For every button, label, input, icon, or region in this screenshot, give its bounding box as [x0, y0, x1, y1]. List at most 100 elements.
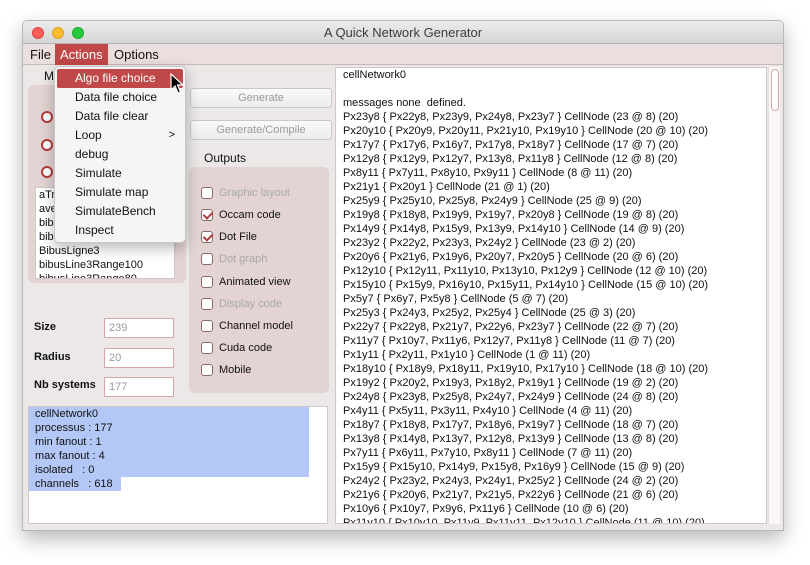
network-scrollbar[interactable]	[768, 67, 780, 524]
size-field[interactable]: 239	[104, 318, 174, 338]
network-line: Px12y8 { Px12y9, Px12y7, Px13y8, Px11y8 …	[343, 153, 678, 165]
network-line: Px11y10 { Px10y10, Px11y9, Px11y11, Px12…	[343, 517, 705, 524]
network-line: Px12y10 { Px12y11, Px11y10, Px13y10, Px1…	[343, 265, 708, 277]
list-item[interactable]: bibusLine3Range100	[36, 258, 174, 272]
size-label: Size	[34, 321, 57, 333]
menu-item-simulatebench[interactable]: SimulateBench	[55, 202, 185, 221]
network-line: messages none defined.	[343, 97, 466, 109]
summary-line: min fanout : 1	[29, 435, 309, 449]
network-line: cellNetwork0	[343, 69, 406, 81]
network-text-area[interactable]: cellNetwork0 messages none defined. Px23y8…	[335, 67, 767, 524]
menu-item-label: Data file choice	[75, 90, 158, 104]
checkbox[interactable]	[201, 364, 213, 376]
output-option-graphic-layout[interactable]: Graphic layout	[201, 185, 290, 201]
output-option-mobile[interactable]: Mobile	[201, 362, 251, 378]
algo-radio-3[interactable]	[41, 166, 53, 178]
network-line: Px21y1 { Px20y1 } CellNode (21 @ 1) (20)	[343, 181, 550, 193]
checkbox[interactable]	[201, 187, 213, 199]
menu-item-label: Simulate map	[75, 185, 149, 199]
output-option-animated-view[interactable]: Animated view	[201, 274, 291, 290]
checkbox[interactable]	[201, 276, 213, 288]
algo-radio-1[interactable]	[41, 111, 53, 123]
generate-button[interactable]: Generate	[190, 88, 332, 108]
nb-systems-label: Nb systems	[34, 379, 96, 391]
checkbox-checked[interactable]	[201, 231, 213, 243]
network-line: Px19y8 { Px18y8, Px19y9, Px19y7, Px20y8 …	[343, 209, 679, 221]
network-line: Px23y8 { Px22y8, Px23y9, Px24y8, Px23y7 …	[343, 111, 679, 123]
network-line: Px21y6 { Px20y6, Px21y7, Px21y5, Px22y6 …	[343, 489, 679, 501]
network-line: Px15y10 { Px15y9, Px16y10, Px15y11, Px14…	[343, 279, 709, 291]
menu-item-simulate[interactable]: Simulate	[55, 164, 185, 183]
algo-radio-2[interactable]	[41, 139, 53, 151]
network-line: Px24y2 { Px23y2, Px24y3, Px24y1, Px25y2 …	[343, 475, 679, 487]
network-line	[336, 82, 766, 96]
network-line: Px23y2 { Px22y2, Px23y3, Px24y2 } CellNo…	[343, 237, 636, 249]
output-option-label: Animated view	[219, 276, 291, 288]
network-line: Px19y2 { Px20y2, Px19y3, Px18y2, Px19y1 …	[343, 377, 679, 389]
summary-textarea[interactable]: cellNetwork0 processus : 177 min fanout …	[28, 406, 328, 524]
summary-line: isolated : 0	[29, 463, 309, 477]
network-line: Px20y6 { Px21y6, Px19y6, Px20y7, Px20y5 …	[343, 251, 679, 263]
output-option-dot-file[interactable]: Dot File	[201, 229, 257, 245]
checkbox[interactable]	[201, 320, 213, 332]
menu-bar: File Actions Options	[23, 44, 783, 65]
list-item[interactable]: bibusLine3Range80	[36, 272, 174, 278]
network-line: Px24y8 { Px23y8, Px25y8, Px24y7, Px24y9 …	[343, 391, 679, 403]
menu-item-data-file-clear[interactable]: Data file clear	[55, 107, 185, 126]
output-option-label: Channel model	[219, 320, 293, 332]
output-option-occam-code[interactable]: Occam code	[201, 207, 281, 223]
title-bar[interactable]: A Quick Network Generator	[23, 21, 783, 44]
scrollbar-thumb[interactable]	[771, 69, 779, 111]
menu-options[interactable]: Options	[109, 44, 164, 65]
network-line: Px15y9 { Px15y10, Px14y9, Px15y8, Px16y9…	[343, 461, 685, 473]
generate-compile-button[interactable]: Generate/Compile	[190, 120, 332, 140]
mode-label-partial: M	[44, 69, 54, 83]
menu-item-label: Inspect	[75, 223, 114, 237]
output-option-channel-model[interactable]: Channel model	[201, 318, 293, 334]
summary-line: max fanout : 4	[29, 449, 309, 463]
network-line: Px5y7 { Px6y7, Px5y8 } CellNode (5 @ 7) …	[343, 293, 569, 305]
output-option-display-code[interactable]: Display code	[201, 296, 282, 312]
checkbox[interactable]	[201, 342, 213, 354]
actions-dropdown-menu: Algo file choice Data file choice Data fil…	[54, 66, 186, 243]
chevron-right-icon: >	[168, 129, 175, 141]
network-line: Px8y11 { Px7y11, Px8y10, Px9y11 } CellNo…	[343, 167, 633, 179]
menu-item-simulate-map[interactable]: Simulate map	[55, 183, 185, 202]
checkbox[interactable]	[201, 298, 213, 310]
checkbox[interactable]	[201, 253, 213, 265]
menu-item-label: SimulateBench	[75, 204, 156, 218]
output-option-cuda-code[interactable]: Cuda code	[201, 340, 272, 356]
output-option-dot-graph[interactable]: Dot graph	[201, 251, 267, 267]
menu-item-debug[interactable]: debug	[55, 145, 185, 164]
arrow-cursor-icon	[170, 73, 184, 94]
summary-line: channels : 618	[29, 477, 121, 491]
menu-item-label: debug	[75, 147, 109, 161]
menu-file[interactable]: File	[25, 44, 56, 65]
summary-line: cellNetwork0	[29, 407, 309, 421]
menu-item-label: Data file clear	[75, 109, 149, 123]
radius-field[interactable]: 20	[104, 348, 174, 368]
output-option-label: Graphic layout	[219, 187, 290, 199]
menu-item-label: Algo file choice	[75, 71, 156, 85]
menu-item-label: Simulate	[75, 166, 122, 180]
network-line: Px18y7 { Px18y8, Px17y7, Px18y6, Px19y7 …	[343, 419, 679, 431]
outputs-title: Outputs	[204, 151, 247, 165]
network-line: Px17y7 { Px17y6, Px16y7, Px17y8, Px18y7 …	[343, 139, 679, 151]
network-line: Px4y11 { Px5y11, Px3y11, Px4y10 } CellNo…	[343, 405, 633, 417]
output-option-label: Cuda code	[219, 342, 273, 354]
menu-item-loop[interactable]: Loop >	[55, 126, 185, 145]
menu-item-algo-file-choice[interactable]: Algo file choice	[57, 69, 183, 88]
menu-item-inspect[interactable]: Inspect	[55, 221, 185, 240]
checkbox-checked[interactable]	[201, 209, 213, 221]
menu-actions[interactable]: Actions	[55, 44, 108, 65]
network-line: Px1y11 { Px2y11, Px1y10 } CellNode (1 @ …	[343, 349, 591, 361]
list-item[interactable]: BibusLigne3	[36, 244, 174, 258]
network-line: Px25y3 { Px24y3, Px25y2, Px25y4 } CellNo…	[343, 307, 636, 319]
network-line: Px25y9 { Px25y10, Px25y8, Px24y9 } CellN…	[343, 195, 642, 207]
window-title: A Quick Network Generator	[323, 25, 483, 40]
network-line: Px11y7 { Px10y7, Px11y6, Px12y7, Px11y8 …	[343, 335, 675, 347]
menu-item-data-file-choice[interactable]: Data file choice	[55, 88, 185, 107]
output-option-label: Dot File	[219, 231, 257, 243]
nb-systems-field[interactable]: 177	[104, 377, 174, 397]
network-line: Px20y10 { Px20y9, Px20y11, Px21y10, Px19…	[343, 125, 709, 137]
